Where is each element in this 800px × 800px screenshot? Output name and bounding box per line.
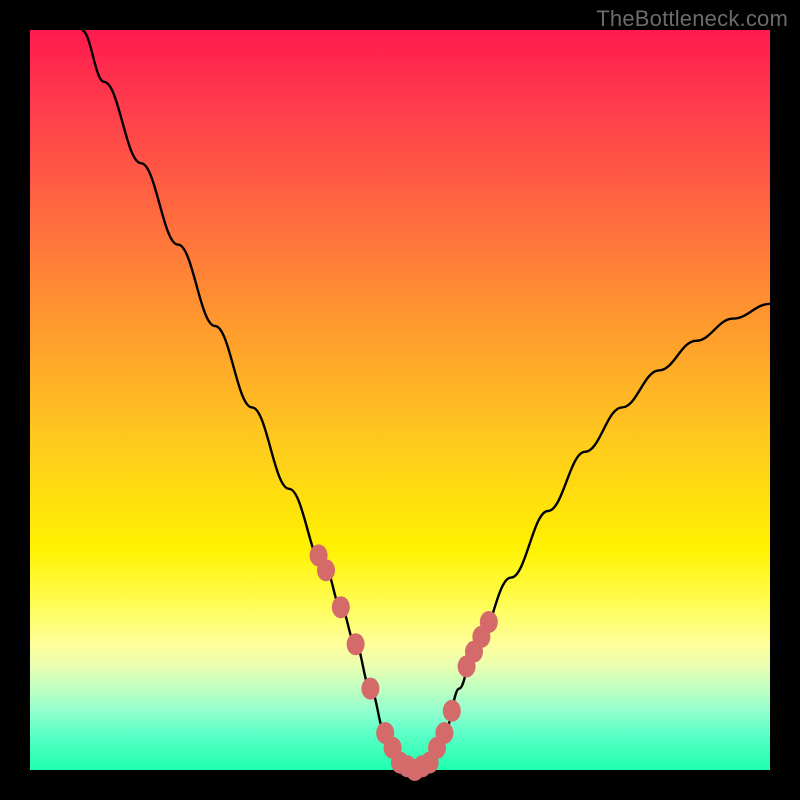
highlight-markers-group (310, 544, 498, 781)
watermark-text: TheBottleneck.com (596, 6, 788, 32)
highlight-marker (317, 559, 335, 581)
highlight-marker (480, 611, 498, 633)
chart-svg (30, 30, 770, 770)
plot-area (30, 30, 770, 770)
highlight-marker (443, 700, 461, 722)
highlight-marker (361, 678, 379, 700)
curve-line-group (82, 30, 770, 770)
chart-frame: TheBottleneck.com (0, 0, 800, 800)
curve-path (82, 30, 770, 770)
highlight-marker (435, 722, 453, 744)
highlight-marker (347, 633, 365, 655)
highlight-marker (332, 596, 350, 618)
